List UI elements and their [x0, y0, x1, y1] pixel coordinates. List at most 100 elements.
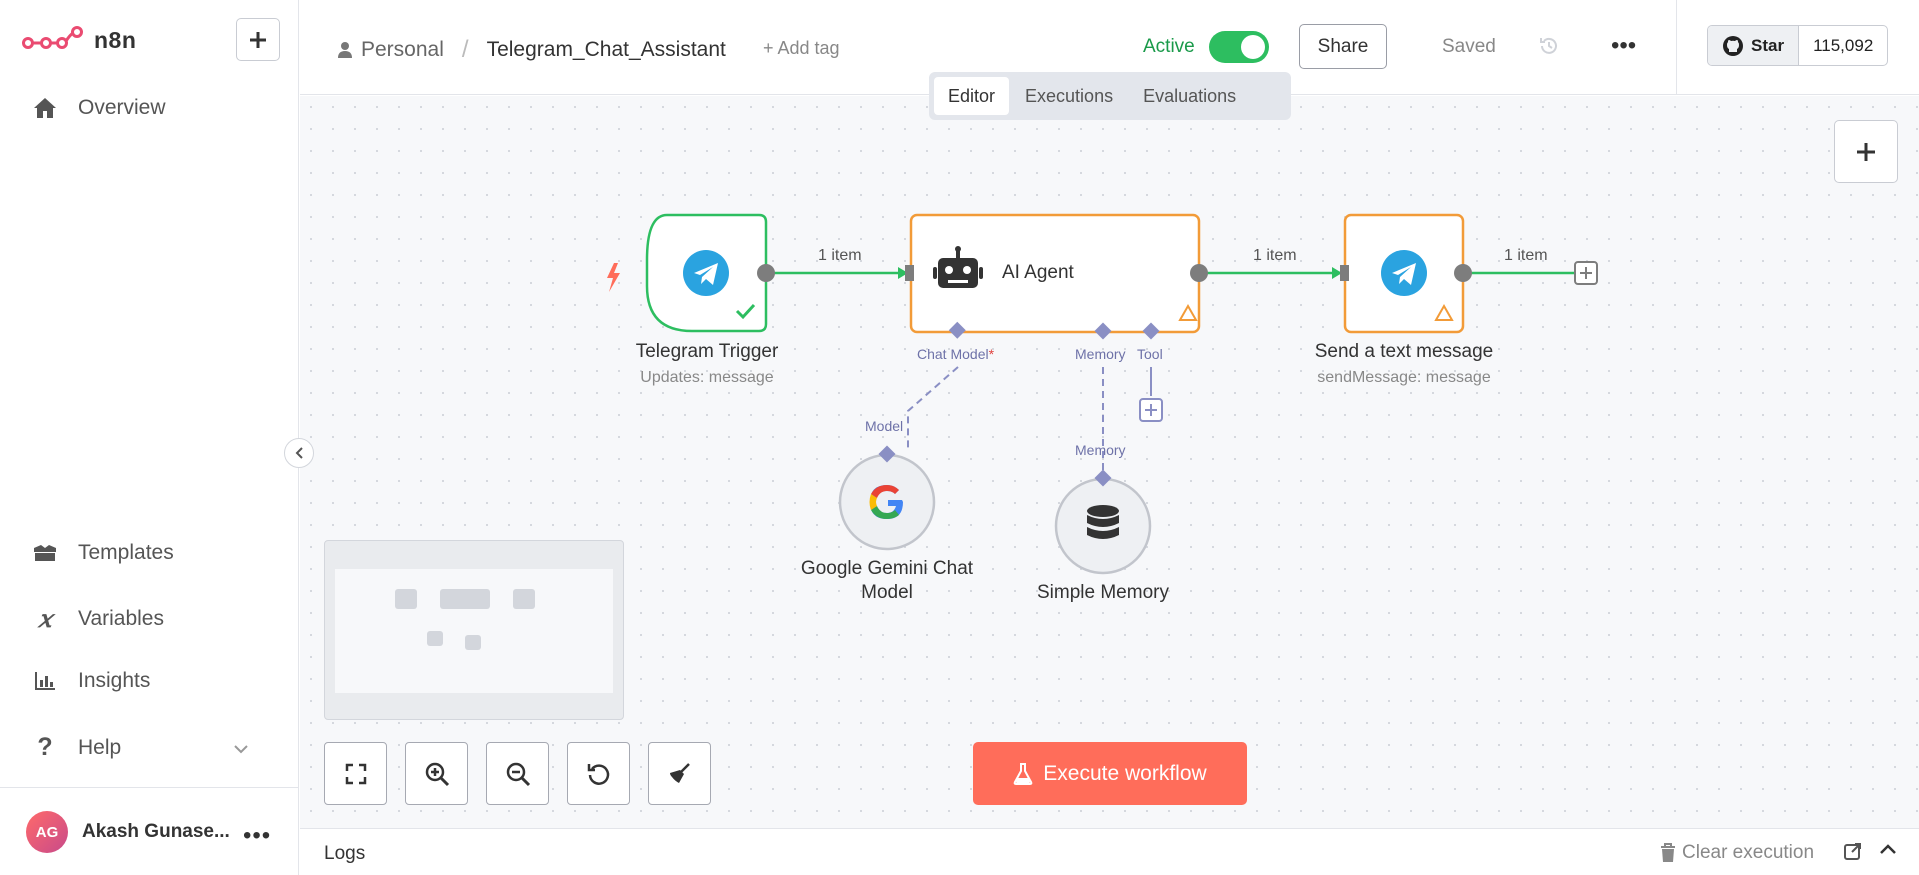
breadcrumb-personal[interactable]: Personal — [337, 38, 444, 62]
github-star-button[interactable]: Star — [1708, 26, 1800, 65]
node-telegram-trigger[interactable] — [645, 213, 775, 333]
github-star-label: Star — [1751, 35, 1785, 55]
clear-execution-label: Clear execution — [1682, 842, 1815, 863]
avatar: AG — [26, 811, 68, 853]
output-port[interactable] — [757, 264, 775, 282]
memory-input-label: Memory — [1075, 442, 1126, 458]
tab-editor[interactable]: Editor — [934, 77, 1010, 115]
breadcrumb-separator: / — [461, 36, 469, 63]
create-new-button[interactable] — [236, 18, 280, 61]
telegram-icon — [683, 250, 729, 296]
node-title: Simple Memory — [1037, 582, 1169, 603]
sidebar-item-label: Insights — [78, 669, 151, 692]
input-port[interactable] — [905, 265, 914, 281]
node-title: Google Gemini Chat Model — [777, 557, 997, 605]
breadcrumb-personal-label: Personal — [361, 38, 444, 61]
chat-model-port-text: Chat Model — [917, 346, 989, 362]
github-icon — [1723, 35, 1743, 56]
reset-zoom-button[interactable] — [567, 742, 630, 805]
minimap-node — [513, 589, 535, 609]
minimap-node — [427, 631, 443, 646]
node-google-gemini[interactable] — [838, 445, 936, 551]
n8n-logo[interactable]: n8n — [22, 25, 136, 55]
connection-label: 1 item — [1253, 247, 1297, 264]
sidebar-item-label: Variables — [78, 606, 164, 630]
saved-status: Saved — [1442, 36, 1496, 57]
sidebar-item-templates[interactable]: Templates — [32, 541, 174, 565]
share-button[interactable]: Share — [1299, 24, 1387, 69]
templates-icon — [32, 542, 58, 564]
active-label: Active — [1143, 36, 1195, 57]
tidy-up-button[interactable] — [648, 742, 711, 805]
sidebar-item-label: Overview — [78, 96, 166, 119]
tool-port-label: Tool — [1137, 346, 1163, 362]
breadcrumb: Personal / Telegram_Chat_Assistant — [337, 36, 726, 64]
node-title: Send a text message — [1314, 341, 1494, 362]
sidebar-item-label: Templates — [78, 541, 174, 564]
sub-connections — [907, 366, 1152, 476]
minimap-node — [440, 589, 490, 609]
zoom-out-button[interactable] — [486, 742, 549, 805]
tab-evaluations[interactable]: Evaluations — [1129, 77, 1250, 115]
sidebar-item-insights[interactable]: Insights — [32, 669, 150, 693]
toggle-knob — [1241, 35, 1265, 59]
sidebar-item-overview[interactable]: Overview — [32, 96, 166, 120]
clear-execution-button[interactable]: Clear execution — [1660, 842, 1814, 864]
sidebar-item-help[interactable]: ? Help — [32, 733, 121, 762]
zoom-out-icon — [506, 762, 530, 786]
minimap[interactable] — [324, 540, 624, 720]
workflow-canvas[interactable]: 1 item 1 item 1 item Telegram Trigger Up… — [300, 96, 1919, 828]
github-star-count: 115,092 — [1813, 35, 1874, 55]
trash-icon — [1661, 843, 1675, 862]
fit-view-icon — [345, 763, 366, 784]
model-input-label: Model — [865, 418, 904, 434]
database-icon — [1087, 505, 1119, 539]
active-toggle[interactable] — [1209, 31, 1269, 63]
variables-icon: 𝑥 — [38, 604, 52, 633]
node-subtitle: Updates: message — [640, 369, 774, 386]
sidebar-item-variables[interactable]: 𝑥 Variables — [32, 604, 164, 633]
minimap-viewport — [335, 569, 613, 693]
add-tag-button[interactable]: + Add tag — [763, 38, 840, 59]
more-options-icon[interactable]: ••• — [1611, 32, 1636, 60]
output-port[interactable] — [1190, 264, 1208, 282]
history-icon[interactable] — [1538, 35, 1560, 62]
execute-workflow-button[interactable]: Execute workflow — [973, 742, 1247, 805]
user-menu[interactable]: AG Akash Gunase... — [26, 811, 230, 853]
reset-icon — [587, 763, 609, 785]
node-send-text-message[interactable] — [1340, 213, 1472, 334]
chevron-down-icon[interactable] — [233, 741, 249, 759]
user-more-icon[interactable]: ••• — [243, 822, 271, 850]
github-star-widget[interactable]: Star 115,092 — [1707, 25, 1889, 66]
connection-gemini-agent[interactable] — [907, 366, 959, 452]
sidebar: n8n Overview Templates 𝑥 Variables Insig… — [0, 0, 299, 875]
add-next-node-button[interactable] — [1574, 261, 1598, 285]
workflow-name[interactable]: Telegram_Chat_Assistant — [487, 38, 726, 62]
node-title-line: Google Gemini Chat — [800, 558, 974, 579]
minimap-node — [395, 589, 417, 609]
broom-icon — [669, 762, 690, 783]
trigger-bolt-icon — [607, 263, 620, 292]
chevron-left-icon — [295, 447, 303, 459]
logs-label: Logs — [324, 843, 366, 864]
insights-icon — [32, 671, 58, 691]
required-marker: * — [988, 346, 995, 362]
collapse-sidebar-button[interactable] — [284, 438, 314, 468]
input-port[interactable] — [1340, 265, 1349, 281]
output-port[interactable] — [1454, 264, 1472, 282]
zoom-in-button[interactable] — [405, 742, 468, 805]
connection-label: 1 item — [818, 247, 862, 264]
node-subtitle: sendMessage: message — [1317, 369, 1491, 386]
execute-workflow-label: Execute workflow — [1043, 761, 1207, 785]
chevron-up-icon[interactable] — [1879, 842, 1897, 860]
tab-executions[interactable]: Executions — [1011, 77, 1127, 115]
add-tool-button[interactable] — [1139, 398, 1163, 422]
n8n-logo-icon — [22, 26, 83, 49]
node-title: AI Agent — [1002, 262, 1074, 283]
connection-label: 1 item — [1504, 247, 1548, 264]
popout-icon[interactable] — [1844, 842, 1862, 865]
flask-icon — [1013, 762, 1033, 785]
logs-panel[interactable]: Logs Clear execution — [300, 828, 1919, 875]
fit-view-button[interactable] — [324, 742, 387, 805]
node-simple-memory[interactable] — [1054, 469, 1152, 575]
